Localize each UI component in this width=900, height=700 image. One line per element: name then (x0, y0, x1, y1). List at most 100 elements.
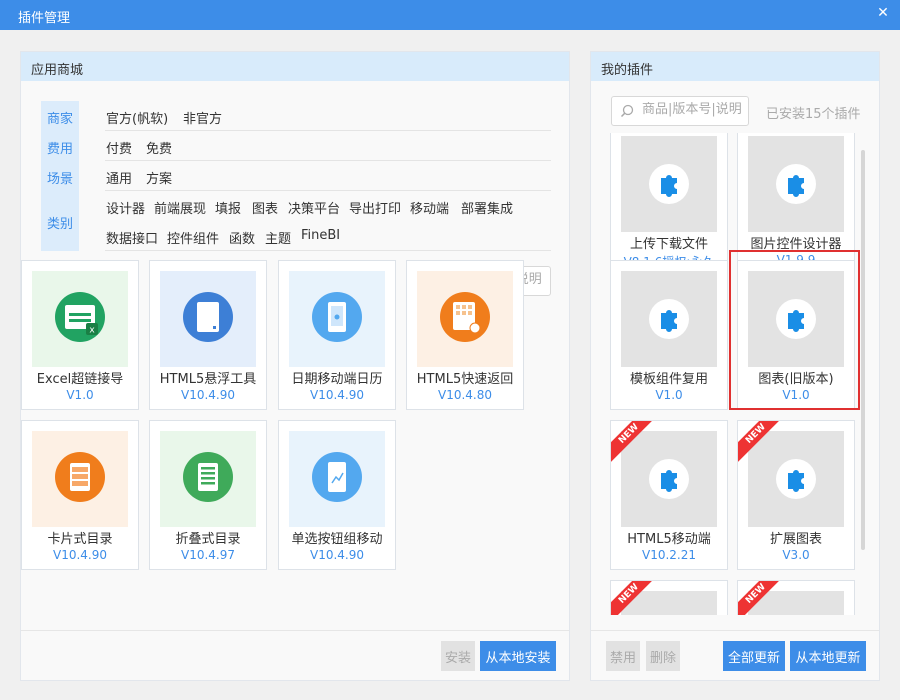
selection-highlight (729, 250, 860, 410)
plugin-thumbnail (748, 136, 844, 232)
search-icon (620, 104, 634, 118)
installed-plugin-card[interactable]: NEW 扩展图表 V3.0 (737, 420, 855, 570)
puzzle-icon-wrap (776, 164, 816, 204)
plugin-card[interactable]: HTML5快速返回 V10.4.80 (406, 260, 524, 410)
filter-option[interactable]: 函数 (229, 228, 255, 247)
mobile-icon (289, 271, 385, 367)
tab-vendor[interactable]: 商家 (41, 108, 79, 127)
filter-option[interactable]: 付费 (106, 138, 132, 157)
filter-option[interactable]: 部署集成 (461, 198, 513, 217)
plugin-card[interactable]: HTML5悬浮工具 V10.4.90 (149, 260, 267, 410)
puzzle-icon (788, 175, 804, 197)
plugin-card[interactable]: 单选按钮组移动 V10.4.90 (278, 420, 396, 570)
installed-plugin-card[interactable]: NEW (610, 580, 728, 615)
puzzle-icon (661, 310, 677, 332)
filter-option[interactable]: 填报 (215, 198, 241, 217)
installed-plugin-card[interactable]: 上传下载文件V8.1.6授权:永久 (610, 133, 728, 275)
window-title: 插件管理 (18, 11, 71, 26)
plugin-card-name: 卡片式目录 (47, 532, 113, 547)
plugin-version: V10.2.21 (641, 548, 696, 562)
filter-option[interactable]: 导出打印 (349, 198, 401, 217)
filter-option[interactable]: 数据接口 (106, 228, 158, 247)
filter-option[interactable]: 主题 (265, 228, 291, 247)
tab-category[interactable]: 类别 (41, 213, 79, 232)
disable-button[interactable]: 禁用 (606, 641, 640, 671)
plugin-card-version: V10.4.90 (180, 388, 235, 402)
plugin-card[interactable]: 日期移动端日历 V10.4.90 (278, 260, 396, 410)
plugin-card-version: V10.4.80 (437, 388, 492, 402)
svg-text:x: x (89, 326, 95, 336)
update-all-button[interactable]: 全部更新 (723, 641, 785, 671)
plugin-search[interactable] (611, 96, 752, 126)
local-install-button[interactable]: 从本地安装 (480, 641, 556, 671)
plugin-card-name: 日期移动端日历 (291, 372, 383, 387)
plugin-card-name: 折叠式目录 (175, 532, 241, 547)
delete-button[interactable]: 删除 (646, 641, 680, 671)
install-button[interactable]: 安装 (441, 641, 475, 671)
plugin-thumbnail (748, 431, 844, 527)
plugin-thumbnail (621, 271, 717, 367)
store-panel: 应用商城 商家 费用 场景 类别 官方(帆软) 非官方 付费 免费 通用 方案 … (20, 51, 570, 681)
document-icon (160, 271, 256, 367)
installed-plugin-card[interactable]: NEW (737, 580, 855, 615)
filter-row-category-2: 数据接口 控件组件 函数 主题 FineBI (105, 221, 551, 251)
plugin-card-name: HTML5快速返回 (416, 372, 514, 387)
filter-row-category: 设计器 前端展现 填报 图表 决策平台 导出打印 移动端 部署集成 (105, 191, 551, 221)
plugin-search-input[interactable] (642, 102, 752, 117)
scrollbar[interactable] (861, 150, 865, 550)
filter-option[interactable]: 前端展现 (154, 198, 206, 217)
filter-tabs: 商家 费用 场景 类别 (41, 101, 79, 251)
card-list-icon (32, 431, 128, 527)
filter-option[interactable]: 非官方 (183, 108, 222, 127)
filter-option[interactable]: 移动端 (410, 198, 449, 217)
plugin-card-version: V10.4.90 (52, 548, 107, 562)
puzzle-icon-wrap (649, 164, 689, 204)
fold-list-icon (160, 431, 256, 527)
close-icon[interactable]: ✕ (876, 5, 890, 21)
puzzle-icon (661, 470, 677, 492)
plugin-card[interactable]: x Excel超链接导 V1.0 (21, 260, 139, 410)
filter-option[interactable]: 控件组件 (167, 228, 219, 247)
store-footer: 安装 从本地安装 (21, 630, 569, 680)
filter-row-vendor: 官方(帆软) 非官方 (105, 101, 551, 131)
store-header: 应用商城 (21, 52, 569, 81)
filter-row-scene: 通用 方案 (105, 161, 551, 191)
plugin-name: HTML5移动端 (627, 532, 711, 547)
filter-row-cost: 付费 免费 (105, 131, 551, 161)
plugin-card-name: HTML5悬浮工具 (159, 372, 257, 387)
plugin-card-name: 单选按钮组移动 (291, 532, 383, 547)
plugins-footer: 禁用 删除 全部更新 从本地更新 (591, 630, 879, 680)
filter-option[interactable]: 通用 (106, 168, 132, 187)
plugin-card[interactable]: 折叠式目录 V10.4.97 (149, 420, 267, 570)
plugin-card-version: V1.0 (66, 388, 94, 402)
puzzle-icon (661, 175, 677, 197)
tab-cost[interactable]: 费用 (41, 138, 79, 157)
plugin-card-version: V10.4.97 (180, 548, 235, 562)
local-update-button[interactable]: 从本地更新 (790, 641, 866, 671)
plugin-card[interactable]: 卡片式目录 V10.4.90 (21, 420, 139, 570)
title-bar: 插件管理 ✕ (0, 0, 900, 30)
puzzle-icon-wrap (649, 299, 689, 339)
mobile-chart-icon (289, 431, 385, 527)
filter-option[interactable]: FineBI (301, 228, 340, 243)
installed-plugin-card[interactable]: NEW HTML5移动端 V10.2.21 (610, 420, 728, 570)
filter-option[interactable]: 官方(帆软) (106, 108, 168, 127)
grid-return-icon (417, 271, 513, 367)
plugin-version: V3.0 (782, 548, 810, 562)
my-plugins-header: 我的插件 (591, 52, 879, 81)
filter-option[interactable]: 决策平台 (288, 198, 340, 217)
plugin-thumbnail (621, 136, 717, 232)
puzzle-icon (788, 470, 804, 492)
plugin-card-version: V10.4.90 (309, 388, 364, 402)
plugin-thumbnail (621, 431, 717, 527)
installed-plugin-card[interactable]: 模板组件复用 V1.0 (610, 260, 728, 410)
plugin-card-version: V10.4.90 (309, 548, 364, 562)
plugin-version: V1.0 (655, 388, 683, 402)
plugin-card-name: Excel超链接导 (36, 372, 124, 387)
filter-option[interactable]: 方案 (146, 168, 172, 187)
filter-option[interactable]: 图表 (252, 198, 278, 217)
tab-scene[interactable]: 场景 (41, 168, 79, 187)
plugin-name: 上传下载文件 (629, 237, 708, 252)
filter-option[interactable]: 免费 (146, 138, 172, 157)
filter-option[interactable]: 设计器 (106, 198, 145, 217)
